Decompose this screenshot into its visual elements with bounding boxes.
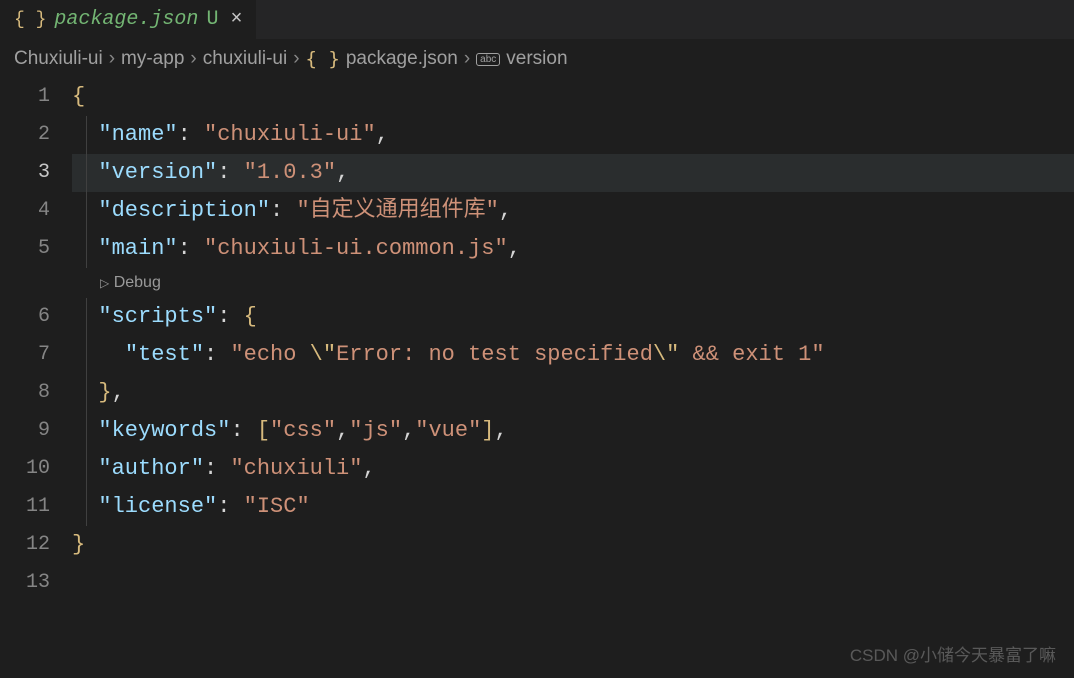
breadcrumb-item[interactable]: chuxiuli-ui [203,48,287,70]
code-line[interactable]: "test": "echo \"Error: no test specified… [72,336,1074,374]
line-number: 2 [0,116,50,154]
code-line[interactable]: "author": "chuxiuli", [72,450,1074,488]
tab-bar: { } package.json U × [0,0,1074,40]
code-line[interactable]: "license": "ISC" [72,488,1074,526]
chevron-right-icon: › [190,48,196,70]
play-icon: ▷ [100,276,109,290]
tab-modified-indicator: U [206,8,218,31]
json-file-icon: { } [306,48,340,70]
chevron-right-icon: › [293,48,299,70]
codelens-spacer [0,268,50,298]
close-icon[interactable]: × [226,8,246,31]
json-file-icon: { } [14,10,46,30]
code-line[interactable] [72,564,1074,602]
code-line[interactable]: }, [72,374,1074,412]
line-number: 10 [0,450,50,488]
code-editor[interactable]: 1 2 3 4 5 6 7 8 9 10 11 12 13 { "name": … [0,78,1074,602]
line-number: 13 [0,564,50,602]
code-line[interactable]: "keywords": ["css","js","vue"], [72,412,1074,450]
code-line[interactable]: "name": "chuxiuli-ui", [72,116,1074,154]
line-number: 8 [0,374,50,412]
line-number: 3 [0,154,50,192]
breadcrumb-item[interactable]: package.json [346,48,458,70]
tab-filename: package.json [54,8,198,31]
code-line[interactable]: "scripts": { [72,298,1074,336]
line-number: 1 [0,78,50,116]
string-symbol-icon: abc [476,53,500,66]
breadcrumb[interactable]: Chuxiuli-ui › my-app › chuxiuli-ui › { }… [0,40,1074,78]
breadcrumb-item[interactable]: version [506,48,567,70]
line-number: 7 [0,336,50,374]
line-number: 11 [0,488,50,526]
breadcrumb-item[interactable]: Chuxiuli-ui [14,48,103,70]
code-content[interactable]: { "name": "chuxiuli-ui", "version": "1.0… [72,78,1074,602]
line-number-gutter: 1 2 3 4 5 6 7 8 9 10 11 12 13 [0,78,72,602]
editor-tab[interactable]: { } package.json U × [0,0,257,39]
debug-codelens[interactable]: ▷ Debug [72,268,1074,298]
line-number: 5 [0,230,50,268]
code-line[interactable]: "version": "1.0.3", [72,154,1074,192]
breadcrumb-item[interactable]: my-app [121,48,184,70]
chevron-right-icon: › [464,48,470,70]
line-number: 9 [0,412,50,450]
line-number: 12 [0,526,50,564]
line-number: 6 [0,298,50,336]
chevron-right-icon: › [109,48,115,70]
watermark-text: CSDN @小储今天暴富了嘛 [850,641,1056,666]
code-line[interactable]: "description": "自定义通用组件库", [72,192,1074,230]
line-number: 4 [0,192,50,230]
code-line[interactable]: "main": "chuxiuli-ui.common.js", [72,230,1074,268]
code-line[interactable]: { [72,78,1074,116]
code-line[interactable]: } [72,526,1074,564]
